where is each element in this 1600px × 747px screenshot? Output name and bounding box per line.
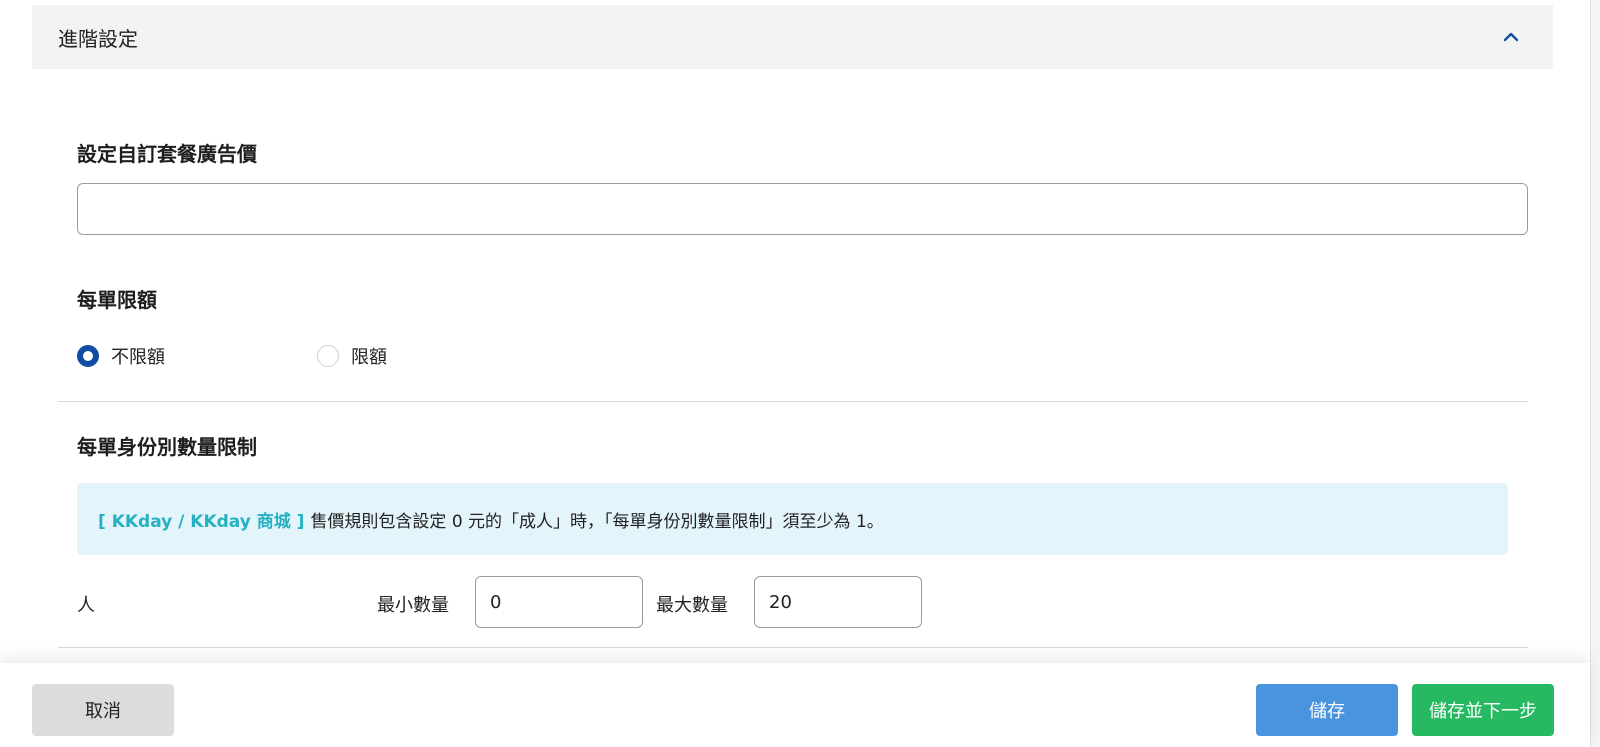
chevron-up-icon[interactable] — [1499, 25, 1523, 49]
radio-unchecked-icon[interactable] — [317, 345, 339, 367]
page-scrollbar[interactable] — [1590, 0, 1600, 747]
order-limit-label: 每單限額 — [77, 288, 157, 312]
save-next-button[interactable]: 儲存並下一步 — [1412, 684, 1554, 736]
max-quantity-input[interactable] — [754, 576, 922, 628]
ad-price-label: 設定自訂套餐廣告價 — [77, 142, 257, 166]
advanced-settings-header[interactable]: 進階設定 — [32, 5, 1553, 69]
radio-unlimited-label: 不限額 — [111, 347, 165, 368]
radio-limited[interactable]: 限額 — [317, 343, 387, 369]
identity-name: 人 — [77, 595, 95, 616]
radio-unlimited[interactable]: 不限額 — [77, 343, 165, 369]
section-title: 進階設定 — [58, 26, 138, 51]
radio-limited-label: 限額 — [351, 347, 387, 368]
identity-limit-label: 每單身份別數量限制 — [77, 435, 257, 459]
divider — [58, 401, 1528, 402]
save-button[interactable]: 儲存 — [1256, 684, 1398, 736]
radio-checked-icon[interactable] — [77, 345, 99, 367]
notice-banner: [ KKday / KKday 商城 ] 售價規則包含設定 0 元的「成人」時，… — [77, 483, 1508, 555]
notice-text: 售價規則包含設定 0 元的「成人」時，「每單身份別數量限制」須至少為 1。 — [310, 511, 884, 532]
notice-tag: [ KKday / KKday 商城 ] — [98, 511, 305, 532]
min-quantity-input[interactable] — [475, 576, 643, 628]
max-quantity-label: 最大數量 — [656, 595, 728, 616]
min-quantity-label: 最小數量 — [377, 595, 449, 616]
cancel-button[interactable]: 取消 — [32, 684, 174, 736]
divider — [58, 647, 1528, 648]
ad-price-input[interactable] — [77, 183, 1528, 235]
